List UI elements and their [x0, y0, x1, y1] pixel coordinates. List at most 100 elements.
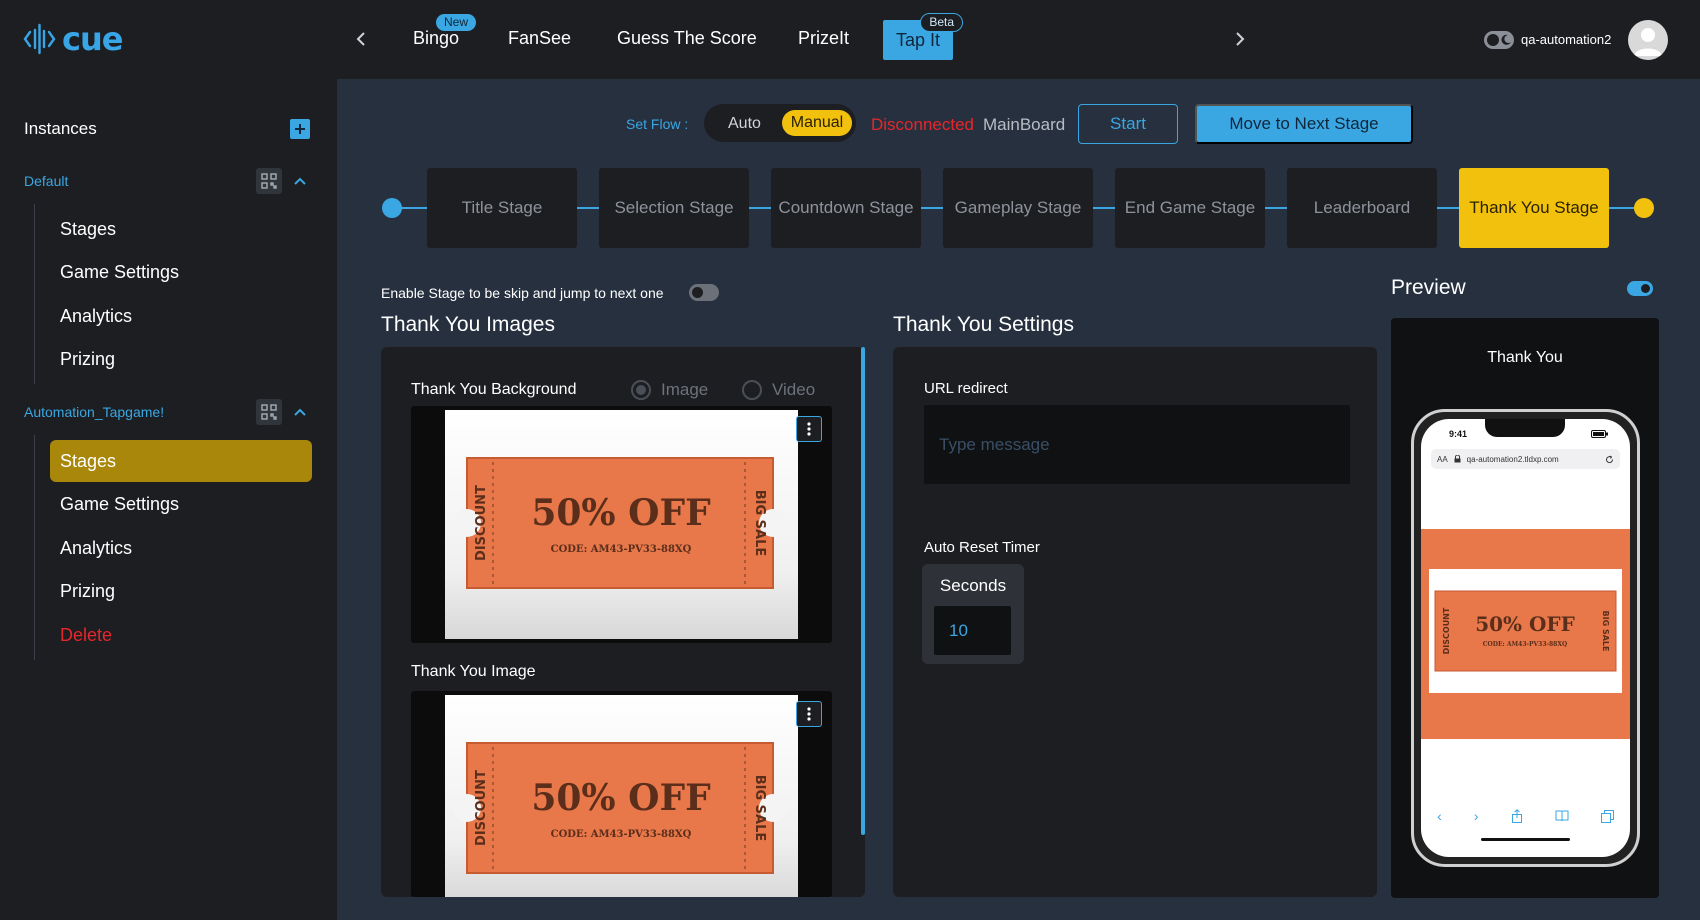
phone-screen: 9:41 AA qa-automation2.tldxp.com DISCOUN… [1421, 419, 1630, 857]
back-icon: ‹ [1437, 808, 1442, 824]
instance-automation-tapgame[interactable]: Automation_Tapgame! [24, 404, 164, 420]
nav-tap-it[interactable]: Tap It Beta [883, 13, 963, 60]
sidebar-item-game-settings[interactable]: Game Settings [50, 483, 312, 525]
nav-prizeit[interactable]: PrizeIt [798, 28, 849, 49]
coupon-text-code: CODE: AM43-PV33-88XQ [551, 544, 692, 555]
reload-icon [1606, 455, 1614, 463]
sidebar: Instances Default Stages Game Settings A… [0, 79, 337, 920]
skip-stage-toggle[interactable] [689, 284, 719, 301]
pipeline-connector [401, 207, 427, 209]
lock-icon [1454, 455, 1461, 463]
nav-guess-the-score[interactable]: Guess The Score [617, 28, 757, 49]
tree-line [34, 435, 35, 660]
sidebar-item-stages[interactable]: Stages [50, 440, 312, 482]
nav-label: Guess The Score [617, 28, 757, 48]
media-type-image-radio[interactable]: Image [631, 380, 708, 400]
coupon-text-left: DISCOUNT [1442, 607, 1451, 654]
more-vertical-icon [807, 707, 811, 721]
coupon-text-left: DISCOUNT [474, 485, 489, 561]
board-name: MainBoard [983, 115, 1066, 134]
nav-bingo[interactable]: Bingo New [413, 14, 477, 49]
stage-countdown[interactable]: Countdown Stage [771, 168, 921, 248]
preview-screen-title: Thank You [1487, 349, 1563, 366]
background-image: DISCOUNT 50% OFF CODE: AM43-PV33-88XQ BI… [445, 410, 798, 639]
phone-browser-toolbar: ‹ › [1421, 804, 1630, 828]
coupon-text-code: CODE: AM43-PV33-88XQ [551, 829, 692, 840]
url-redirect-label: URL redirect [924, 380, 1008, 397]
qr-code-icon [261, 404, 277, 420]
chevron-up-icon[interactable] [293, 405, 307, 419]
sidebar-item-prizing[interactable]: Prizing [50, 338, 312, 380]
pipeline-connector [1437, 207, 1459, 209]
phone-notch [1485, 419, 1565, 437]
auto-reset-timer-card: Seconds 10 [922, 564, 1024, 664]
dark-mode-toggle[interactable] [1484, 31, 1514, 49]
pipeline-start-dot [382, 198, 402, 218]
timer-seconds-input[interactable]: 10 [934, 606, 1011, 655]
sidebar-item-delete[interactable]: Delete [50, 614, 312, 656]
phone-address-bar: AA qa-automation2.tldxp.com [1431, 449, 1620, 469]
stage-title[interactable]: Title Stage [427, 168, 577, 248]
thank-you-image-box[interactable]: DISCOUNT 50% OFF CODE: AM43-PV33-88XQ BI… [411, 691, 832, 897]
instance-default[interactable]: Default [24, 173, 68, 189]
stage-selection[interactable]: Selection Stage [599, 168, 749, 248]
phone-url: qa-automation2.tldxp.com [1466, 454, 1559, 464]
stage-leaderboard[interactable]: Leaderboard [1287, 168, 1437, 248]
stage-gameplay[interactable]: Gameplay Stage [943, 168, 1093, 248]
text-size-label: AA [1437, 454, 1448, 464]
flow-mode-toggle[interactable]: Auto Manual [704, 104, 856, 142]
sidebar-item-analytics[interactable]: Analytics [50, 527, 312, 569]
thank-you-image-label: Thank You Image [411, 663, 536, 680]
nav-next-button[interactable] [1228, 27, 1252, 51]
coupon-text-code: CODE: AM43-PV33-88XQ [1483, 641, 1567, 648]
nav-prev-button[interactable] [349, 27, 373, 51]
add-instance-button[interactable] [290, 119, 310, 139]
sidebar-item-game-settings[interactable]: Game Settings [50, 251, 312, 293]
user-avatar[interactable] [1628, 20, 1668, 60]
image-options-button[interactable] [796, 416, 822, 442]
soundwave-icon [23, 23, 56, 55]
qr-code-button[interactable] [256, 168, 282, 194]
background-label: Thank You Background [411, 381, 577, 398]
qr-code-button[interactable] [256, 399, 282, 425]
nav-fansee[interactable]: FanSee [508, 28, 571, 49]
background-image-box[interactable]: DISCOUNT 50% OFF CODE: AM43-PV33-88XQ BI… [411, 406, 832, 643]
sidebar-item-stages[interactable]: Stages [50, 208, 312, 250]
phone-time: 9:41 [1449, 429, 1468, 439]
start-button[interactable]: Start [1078, 104, 1178, 144]
image-options-button[interactable] [796, 701, 822, 727]
chevron-left-icon [356, 32, 365, 46]
sidebar-item-prizing[interactable]: Prizing [50, 570, 312, 612]
battery-icon [1591, 430, 1608, 438]
qr-code-icon [261, 173, 277, 189]
chevron-up-icon[interactable] [293, 174, 307, 188]
connection-status: Disconnected [871, 115, 975, 134]
bookmarks-icon [1555, 810, 1569, 822]
radio-label: Video [772, 380, 816, 399]
flow-auto-option[interactable]: Auto [728, 115, 761, 133]
username: qa-automation2 [1521, 32, 1612, 47]
plus-icon [295, 124, 305, 134]
brand-logo[interactable]: cue [22, 20, 123, 58]
coupon-image: DISCOUNT 50% OFF CODE: AM43-PV33-88XQ BI… [453, 457, 787, 589]
set-flow-label: Set Flow : [626, 116, 689, 132]
stage-thank-you[interactable]: Thank You Stage [1459, 168, 1609, 248]
brand-name: cue [62, 20, 123, 58]
pipeline-connector [749, 207, 771, 209]
sidebar-item-analytics[interactable]: Analytics [50, 295, 312, 337]
flow-manual-option[interactable]: Manual [782, 110, 852, 136]
tabs-icon [1600, 809, 1614, 823]
stage-end-game[interactable]: End Game Stage [1115, 168, 1265, 248]
coupon-image: DISCOUNT 50% OFF CODE: AM43-PV33-88XQ BI… [453, 742, 787, 874]
preview-toggle[interactable] [1627, 281, 1653, 296]
thank-you-images-heading: Thank You Images [381, 313, 555, 336]
media-type-video-radio[interactable]: Video [742, 380, 815, 400]
images-scrollbar[interactable] [861, 347, 865, 835]
url-redirect-input[interactable] [924, 405, 1350, 484]
sidebar-title: Instances [24, 119, 97, 138]
pipeline-connector [1265, 207, 1287, 209]
coupon-text-right: BIG SALE [752, 775, 767, 842]
move-to-next-stage-button[interactable]: Move to Next Stage [1195, 104, 1413, 144]
coupon-text-main: 50% OFF [531, 777, 711, 819]
chevron-right-icon [1236, 32, 1245, 46]
